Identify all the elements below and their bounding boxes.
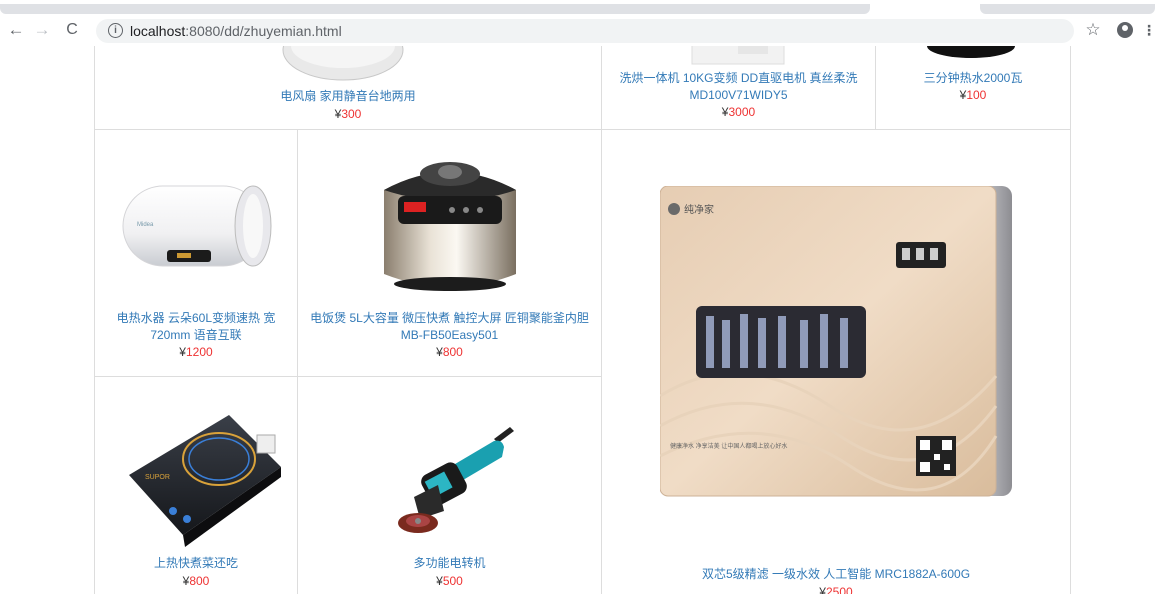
back-arrow-icon[interactable]: ← — [6, 20, 26, 40]
angle-grinder-image[interactable] — [394, 427, 518, 537]
product-price: ¥100 — [959, 88, 987, 102]
product-card[interactable]: 电饭煲 5L大容量 微压快煮 触控大屏 匠铜聚能釜内胆 MB-FB50Easy5… — [298, 130, 602, 377]
product-price: ¥500 — [436, 574, 463, 588]
product-card[interactable]: 三分钟热水2000瓦 ¥100 — [876, 46, 1071, 130]
menu-icon[interactable]: ⋮ — [1142, 20, 1155, 40]
kettle-base-image[interactable] — [921, 46, 1021, 64]
tab-strip — [0, 0, 1155, 16]
water-purifier-image[interactable]: 纯净家 健康净水 净享洁美 让中国人都喝上放心好水 — [660, 186, 1014, 504]
product-price: ¥300 — [334, 107, 362, 121]
svg-text:Midea: Midea — [137, 222, 154, 228]
address-bar-row: ← → C i localhost:8080/dd/zhuyemian.html… — [0, 16, 1155, 46]
product-price: ¥2500 — [819, 585, 853, 594]
purifier-slogan: 健康净水 净享洁美 让中国人都喝上放心好水 — [670, 442, 787, 450]
product-title[interactable]: 三分钟热水2000瓦 — [876, 70, 1070, 87]
product-card[interactable]: Midea 电热水器 云朵60L变频速热 宽720mm 语音互联 ¥1200 — [94, 130, 298, 377]
product-title[interactable]: 多功能电转机 — [298, 555, 601, 572]
product-title[interactable]: 上热快煮菜还吃 — [95, 555, 297, 572]
induction-cooktop-image[interactable]: SUPOR — [111, 383, 283, 555]
address-bar[interactable]: i localhost:8080/dd/zhuyemian.html — [96, 19, 1074, 43]
product-title[interactable]: 电热水器 云朵60L变频速热 宽720mm 语音互联 — [95, 310, 297, 344]
product-card[interactable]: 纯净家 健康净水 净享洁美 让中国人都喝上放心好水 双芯5级精滤 一级水效 人工… — [602, 130, 1071, 594]
product-title[interactable]: 洗烘一体机 10KG变频 DD直驱电机 真丝柔洗 MD100V71WIDY5 — [602, 70, 875, 104]
product-title[interactable]: 电风扇 家用静音台地两用 — [95, 88, 601, 105]
rice-cooker-image[interactable] — [362, 150, 538, 300]
browser-tab[interactable] — [980, 4, 1155, 14]
url-text[interactable]: localhost:8080/dd/zhuyemian.html — [130, 23, 342, 39]
product-title[interactable]: 电饭煲 5L大容量 微压快煮 触控大屏 匠铜聚能釜内胆 MB-FB50Easy5… — [298, 310, 601, 344]
forward-arrow-icon[interactable]: → — [32, 20, 52, 40]
product-price: ¥1200 — [179, 345, 213, 359]
info-icon[interactable]: i — [108, 23, 123, 38]
star-icon[interactable]: ☆ — [1083, 20, 1103, 40]
product-title[interactable]: 双芯5级精滤 一级水效 人工智能 MRC1882A-600G — [602, 566, 1070, 583]
product-grid: 电风扇 家用静音台地两用 ¥300 洗烘一体机 10KG变频 DD直驱电机 真丝… — [0, 46, 1155, 594]
fan-base-image[interactable] — [280, 46, 406, 84]
reload-icon[interactable]: C — [62, 20, 82, 40]
cooktop-brand: SUPOR — [145, 474, 170, 481]
product-price: ¥3000 — [721, 105, 756, 119]
profile-icon[interactable] — [1117, 22, 1133, 38]
product-price: ¥800 — [436, 345, 463, 359]
product-card[interactable]: 电风扇 家用静音台地两用 ¥300 — [94, 46, 602, 130]
product-price: ¥800 — [182, 574, 210, 588]
product-card[interactable]: SUPOR 上热快煮菜还吃 ¥800 — [94, 377, 298, 594]
purifier-brand: 纯净家 — [684, 203, 714, 216]
browser-tab[interactable] — [0, 4, 870, 14]
water-heater-image[interactable]: Midea — [117, 180, 277, 276]
washer-image[interactable] — [688, 46, 788, 66]
product-card[interactable]: 多功能电转机 ¥500 — [298, 377, 602, 594]
product-card[interactable]: 洗烘一体机 10KG变频 DD直驱电机 真丝柔洗 MD100V71WIDY5 ¥… — [602, 46, 876, 130]
